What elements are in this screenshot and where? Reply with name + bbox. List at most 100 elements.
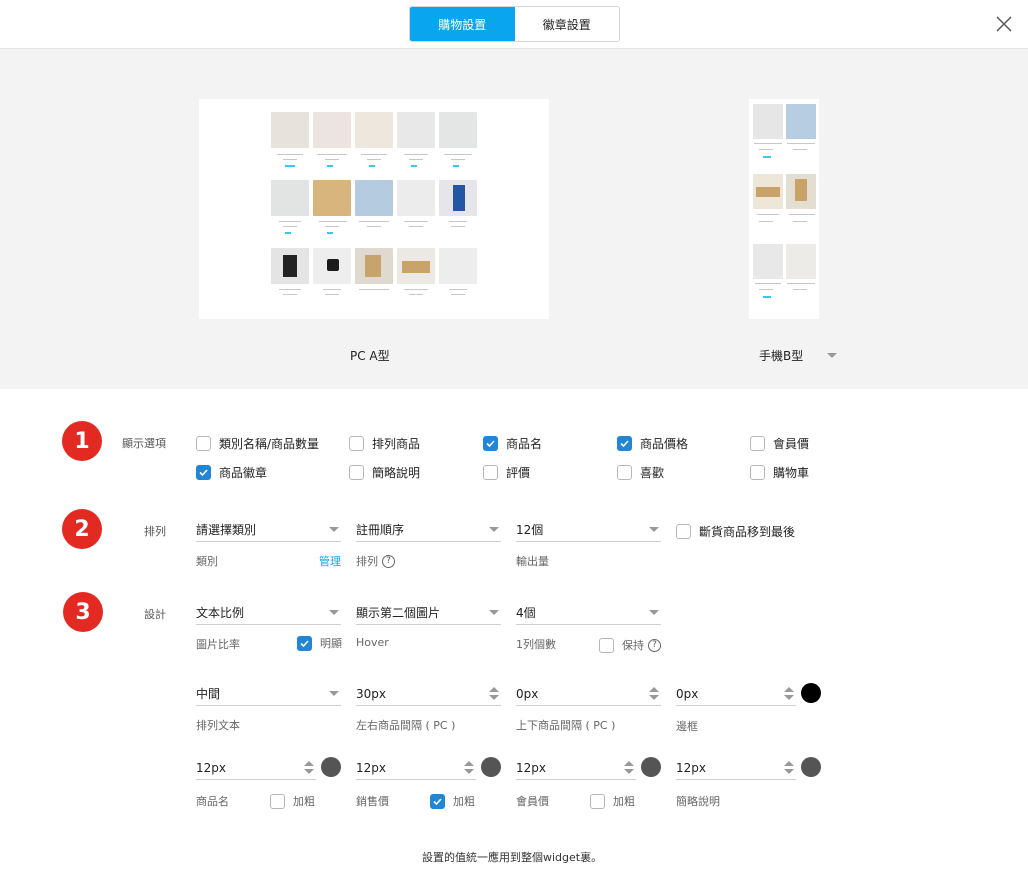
checkbox-icon <box>349 436 364 451</box>
border-stepper[interactable]: 0px <box>676 682 796 706</box>
checkbox-visible[interactable]: 明顯 <box>297 635 342 651</box>
product-thumbnail <box>753 244 783 279</box>
checkbox-short-description[interactable]: 簡略說明 <box>349 464 420 481</box>
footer-note: 設置的值統一應用到整個widget裏。 <box>422 851 603 864</box>
chevron-down-icon <box>329 691 339 696</box>
stepper-arrows-icon[interactable] <box>304 761 314 774</box>
chevron-down-icon <box>649 610 659 615</box>
member-price-caption: 會員價 <box>516 795 549 808</box>
section-number-badge: 1 <box>62 421 102 461</box>
name-size-stepper[interactable]: 12px <box>196 756 316 780</box>
product-thumbnail <box>313 180 351 216</box>
member-price-color-swatch[interactable] <box>641 757 661 777</box>
stepper-arrows-icon[interactable] <box>649 687 659 700</box>
help-icon[interactable]: ? <box>648 638 661 652</box>
mobile-layout-preview[interactable] <box>749 99 819 319</box>
product-thumbnail <box>397 180 435 216</box>
category-sub-row: 類別 管理 <box>196 553 341 569</box>
checkbox-icon <box>599 637 614 653</box>
product-thumbnail <box>786 104 816 139</box>
pc-layout-preview[interactable] <box>199 99 549 319</box>
sort-order-select[interactable]: 註冊順序 <box>356 518 501 542</box>
image-ratio-select[interactable]: 文本比例 <box>196 601 341 625</box>
per-row-select[interactable]: 4個 <box>516 601 661 625</box>
section-number-badge: 2 <box>62 509 102 549</box>
checkbox-name-bold[interactable]: 加粗 <box>270 793 315 809</box>
checkbox-icon <box>196 436 211 451</box>
stepper-arrows-icon[interactable] <box>784 687 794 700</box>
tab-badge-settings[interactable]: 徽章設置 <box>514 7 619 41</box>
member-price-size-stepper[interactable]: 12px <box>516 756 636 780</box>
section-label-design: 設計 <box>144 608 166 621</box>
close-icon[interactable] <box>994 14 1014 34</box>
text-align-select[interactable]: 中間 <box>196 682 341 706</box>
vertical-gap-stepper[interactable]: 0px <box>516 682 661 706</box>
description-size-stepper[interactable]: 12px <box>676 756 796 780</box>
pc-layout-label: PC A型 <box>350 349 390 363</box>
checkmark-icon <box>430 793 445 809</box>
section-label-sort: 排列 <box>144 525 166 538</box>
output-count-select[interactable]: 12個 <box>516 518 661 542</box>
sort-caption-row: 排列 ? <box>356 553 395 569</box>
stepper-arrows-icon[interactable] <box>784 761 794 774</box>
border-color-swatch[interactable] <box>801 683 821 703</box>
mobile-layout-select[interactable]: 手機B型 <box>759 347 838 364</box>
stepper-arrows-icon[interactable] <box>624 761 634 774</box>
description-color-swatch[interactable] <box>801 757 821 777</box>
checkbox-icon <box>676 524 691 539</box>
product-thumbnail <box>271 112 309 148</box>
product-thumbnail <box>313 112 351 148</box>
checkbox-icon <box>349 465 364 480</box>
price-size-caption: 銷售價 <box>356 795 389 808</box>
manage-link[interactable]: 管理 <box>319 553 341 569</box>
border-caption: 邊框 <box>676 720 698 733</box>
stepper-arrows-icon[interactable] <box>464 761 474 774</box>
checkbox-review[interactable]: 評價 <box>483 464 530 481</box>
help-icon[interactable]: ? <box>382 554 395 568</box>
checkbox-soldout-last[interactable]: 斷貨商品移到最後 <box>676 523 795 540</box>
checkmark-icon <box>483 436 498 451</box>
checkbox-icon <box>617 465 632 480</box>
checkbox-member-price-bold[interactable]: 加粗 <box>590 793 635 809</box>
checkbox-price-bold[interactable]: 加粗 <box>430 793 475 809</box>
product-thumbnail <box>439 112 477 148</box>
checkbox-category-count[interactable]: 類別名稱/商品數量 <box>196 435 319 452</box>
checkbox-keep[interactable]: 保持? <box>599 637 661 653</box>
image-ratio-caption: 圖片比率 <box>196 638 240 651</box>
checkbox-member-price[interactable]: 會員價 <box>750 435 809 452</box>
sort-caption: 排列 <box>356 555 378 568</box>
checkbox-product-name[interactable]: 商品名 <box>483 435 542 452</box>
chevron-down-icon <box>649 527 659 532</box>
hover-caption: Hover <box>356 636 389 649</box>
product-thumbnail <box>786 244 816 279</box>
vertical-gap-caption: 上下商品間隔 ( PC ) <box>516 719 616 732</box>
checkbox-product-price[interactable]: 商品價格 <box>617 435 688 452</box>
checkmark-icon <box>617 436 632 451</box>
checkbox-icon <box>750 436 765 451</box>
checkbox-icon <box>483 465 498 480</box>
section-number-badge: 3 <box>63 592 103 632</box>
text-align-caption: 排列文本 <box>196 719 240 732</box>
product-thumbnail <box>753 104 783 139</box>
horizontal-gap-stepper[interactable]: 30px <box>356 682 501 706</box>
checkbox-sort-products[interactable]: 排列商品 <box>349 435 420 452</box>
checkbox-product-badge[interactable]: 商品徽章 <box>196 464 267 481</box>
checkbox-like[interactable]: 喜歡 <box>617 464 664 481</box>
stepper-arrows-icon[interactable] <box>489 687 499 700</box>
hover-select[interactable]: 顯示第二個圖片 <box>356 601 501 625</box>
product-thumbnail <box>355 112 393 148</box>
category-select[interactable]: 請選擇類別 <box>196 518 341 542</box>
price-size-stepper[interactable]: 12px <box>356 756 476 780</box>
name-color-swatch[interactable] <box>321 757 341 777</box>
checkmark-icon <box>297 635 312 651</box>
checkbox-cart[interactable]: 購物車 <box>750 464 809 481</box>
mobile-layout-label: 手機B型 <box>759 349 804 363</box>
checkbox-icon <box>590 793 605 809</box>
tab-shopping-settings[interactable]: 購物設置 <box>410 7 515 41</box>
checkmark-icon <box>196 465 211 480</box>
product-thumbnail <box>355 180 393 216</box>
product-thumbnail <box>271 180 309 216</box>
per-row-caption: 1列個數 <box>516 638 556 651</box>
price-color-swatch[interactable] <box>481 757 501 777</box>
chevron-down-icon <box>329 610 339 615</box>
